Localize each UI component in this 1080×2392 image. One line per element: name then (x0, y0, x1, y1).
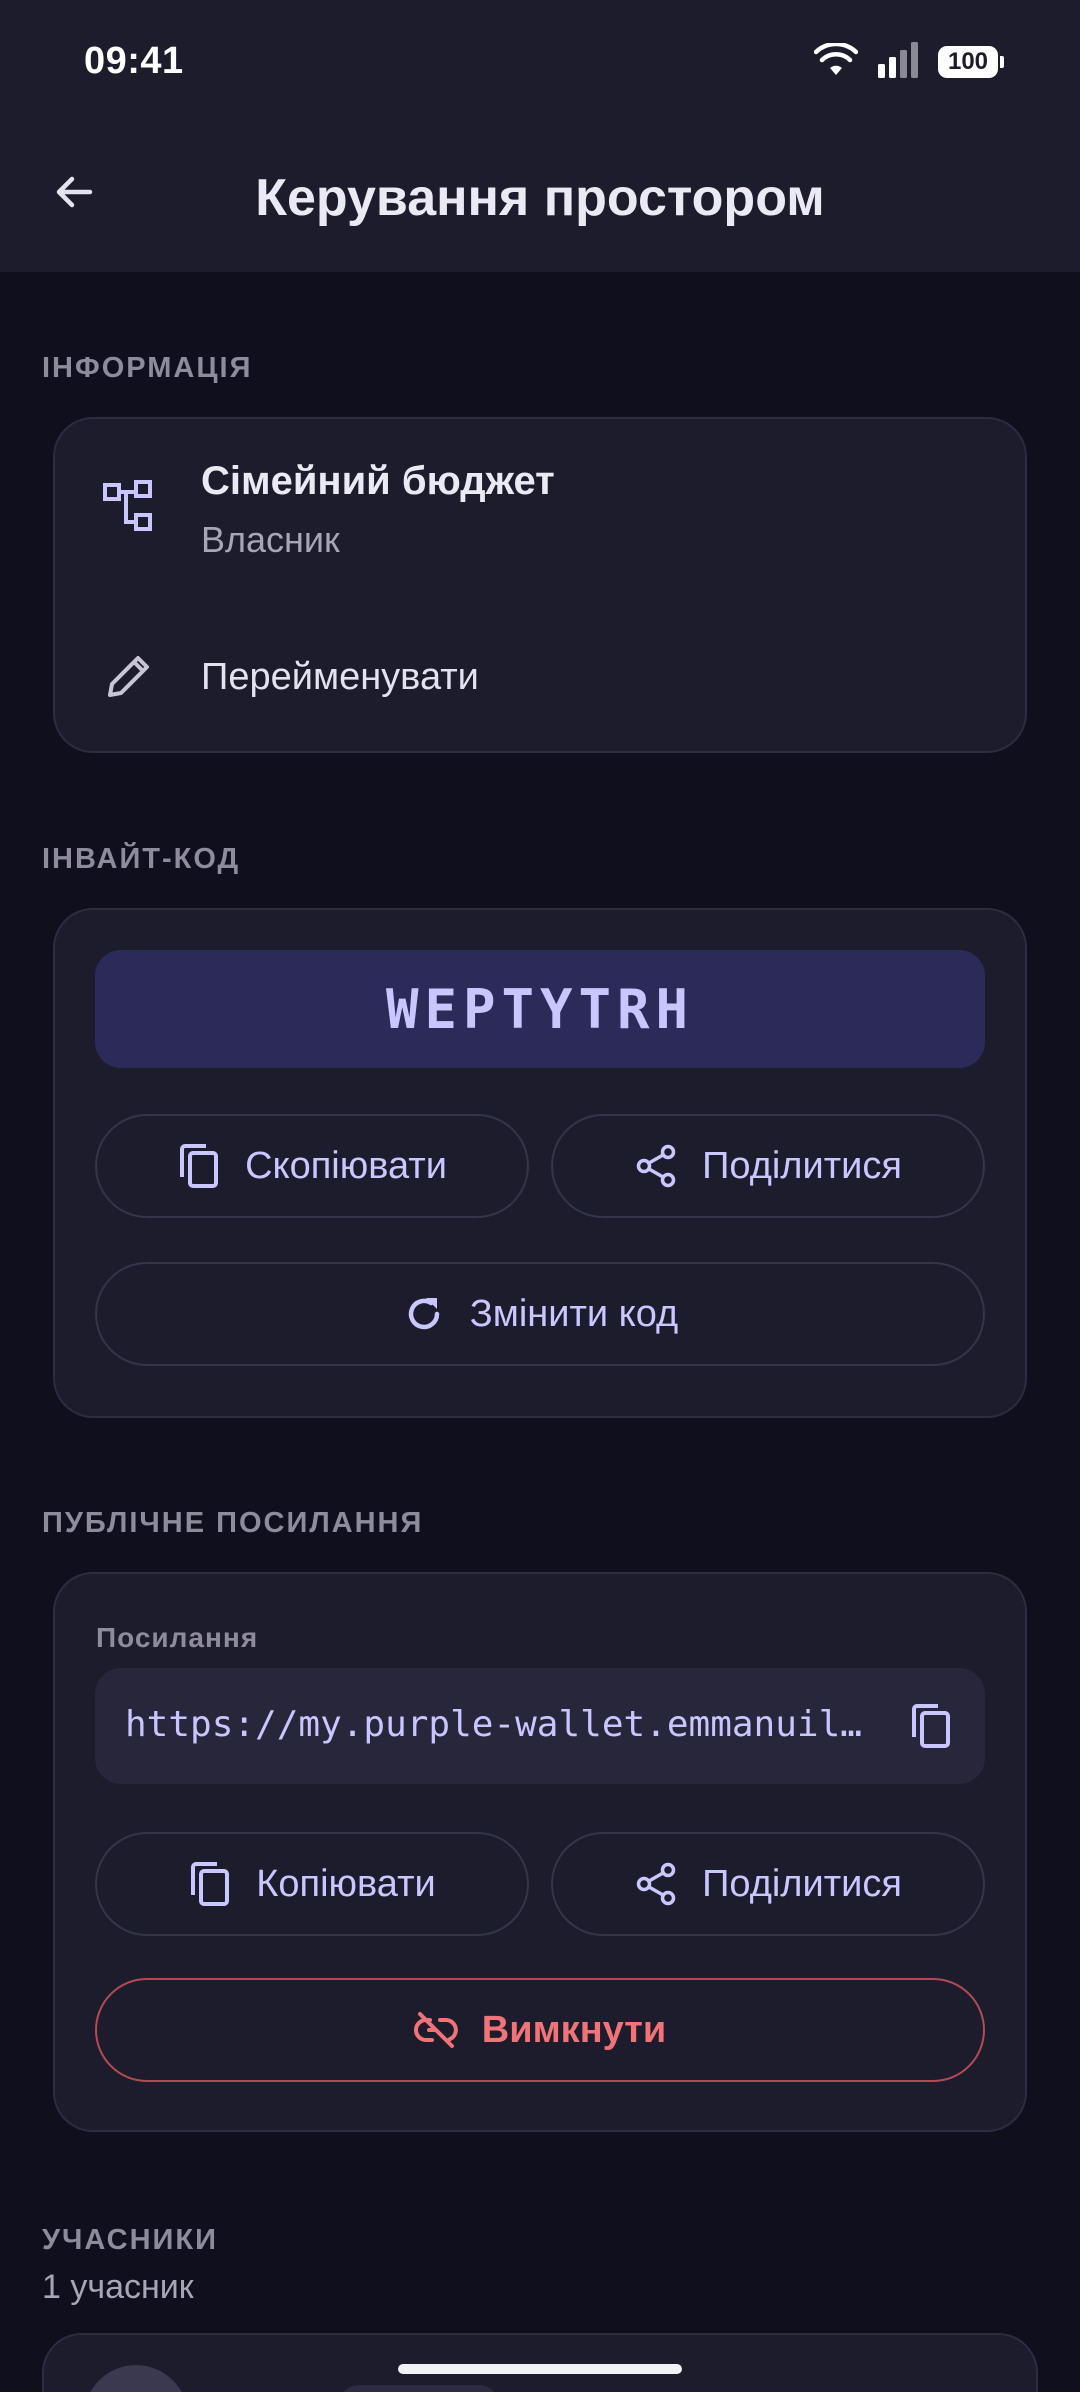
share-code-button[interactable]: Поділитися (551, 1114, 985, 1218)
public-link-card: Посилання https://my.purple-wallet.emman… (53, 1572, 1027, 2132)
edit-pencil-icon (100, 645, 160, 705)
section-label-members: УЧАСНИКИ (42, 2224, 218, 2256)
rename-label: Перейменувати (201, 656, 479, 698)
copy-icon (177, 1144, 221, 1188)
status-icons: 100 (813, 41, 1004, 83)
section-label-info: ІНФОРМАЦІЯ (42, 352, 253, 384)
space-management-screen: 09:41 100 Керування простором ІНФОРМАЦІЯ… (0, 0, 1080, 2392)
link-url: https://my.purple-wallet.emmanuil… (125, 1704, 862, 1745)
copy-icon (188, 1862, 232, 1906)
space-info-card: Сімейний бюджет Власник Перейменувати (53, 417, 1027, 753)
signal-icon (876, 41, 920, 83)
page-title: Керування простором (255, 169, 825, 227)
section-label-invite: ІНВАЙТ-КОД (42, 843, 241, 875)
avatar (84, 2365, 188, 2392)
battery-icon: 100 (938, 46, 1004, 78)
link-caption: Посилання (96, 1622, 259, 1653)
link-field[interactable]: https://my.purple-wallet.emmanuil… (95, 1668, 985, 1784)
invite-code-card: WEPTYTRH Скопіювати Поділитися Змінити к… (53, 908, 1027, 1418)
regenerate-code-label: Змінити код (469, 1292, 679, 1335)
status-time: 09:41 (84, 40, 184, 82)
refresh-icon (402, 1292, 446, 1336)
link-off-icon (413, 2008, 458, 2052)
disable-link-button[interactable]: Вимкнути (95, 1978, 985, 2082)
section-label-public-link: ПУБЛІЧНЕ ПОСИЛАННЯ (42, 1507, 424, 1539)
invite-code-display: WEPTYTRH (95, 950, 985, 1068)
regenerate-code-button[interactable]: Змінити код (95, 1262, 985, 1366)
share-link-button[interactable]: Поділитися (551, 1832, 985, 1936)
wifi-icon (813, 41, 859, 82)
account-tree-icon (100, 477, 160, 537)
copy-icon (912, 1704, 950, 1748)
share-code-label: Поділитися (702, 1144, 902, 1187)
member-card[interactable] (42, 2333, 1038, 2392)
space-role: Власник (201, 519, 340, 560)
home-indicator (398, 2364, 682, 2374)
space-name: Сімейний бюджет (201, 459, 555, 503)
copy-code-button[interactable]: Скопіювати (95, 1114, 529, 1218)
share-link-label: Поділитися (702, 1862, 902, 1905)
copy-link-label: Копіювати (256, 1862, 436, 1905)
copy-code-label: Скопіювати (245, 1144, 447, 1187)
member-chip (339, 2385, 499, 2392)
copy-link-button[interactable]: Копіювати (95, 1832, 529, 1936)
share-icon (634, 1862, 678, 1906)
share-icon (634, 1144, 678, 1188)
disable-link-label: Вимкнути (481, 2008, 667, 2051)
top-app-bar: 09:41 100 Керування простором (0, 0, 1080, 272)
members-count: 1 учасник (42, 2268, 194, 2306)
copy-link-icon-button[interactable] (901, 1696, 961, 1756)
rename-row[interactable]: Перейменувати (55, 619, 1025, 739)
